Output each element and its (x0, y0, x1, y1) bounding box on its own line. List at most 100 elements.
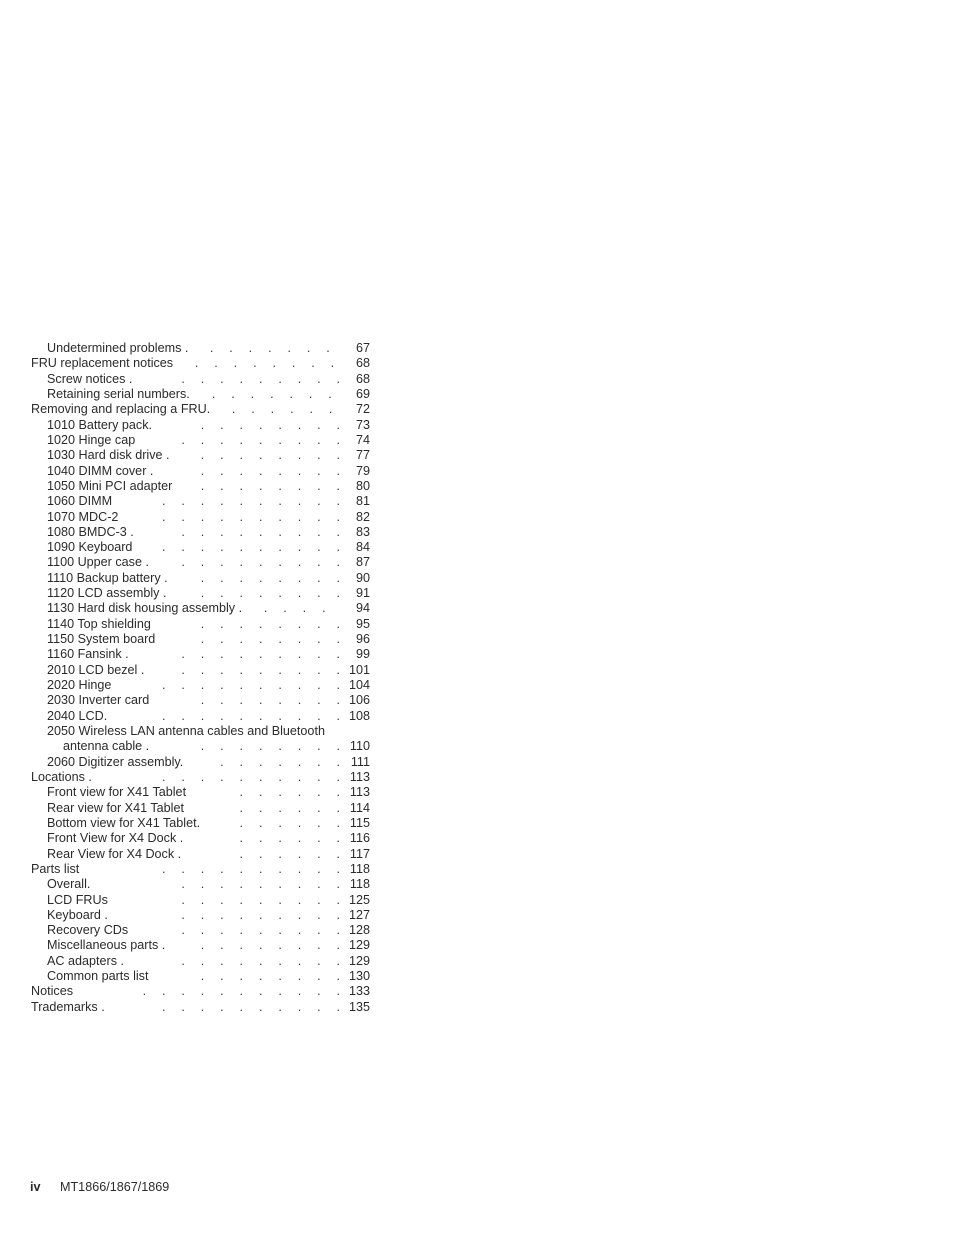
toc-entry[interactable]: Recovery CDs......... 128 (30, 923, 370, 938)
toc-page-number: 72 (355, 402, 370, 417)
toc-page-number: 116 (349, 831, 370, 846)
toc-entry[interactable]: 1100 Upper case .......... 87 (30, 555, 370, 570)
toc-dot-leader: ........ (200, 417, 340, 432)
toc-entry[interactable]: 1040 DIMM cover ......... 79 (30, 464, 370, 479)
toc-entry[interactable]: 2040 LCD........... 108 (30, 709, 370, 724)
toc-entry[interactable]: Notices........... 133 (30, 984, 370, 999)
toc-entry-title: AC adapters . (47, 953, 125, 968)
toc-entry[interactable]: Miscellaneous parts ......... 129 (30, 938, 370, 953)
toc-dot-leader: .......... (161, 999, 340, 1014)
toc-entry-title: 1130 Hard disk housing assembly . (47, 601, 243, 616)
toc-entry-title: 1090 Keyboard (47, 540, 133, 555)
toc-entry[interactable]: antenna cable ......... 110 (30, 739, 370, 754)
toc-entry-title: Notices (31, 984, 73, 999)
toc-entry[interactable]: 1090 Keyboard.......... 84 (30, 540, 370, 555)
toc-page-number: 118 (349, 877, 370, 892)
toc-page-number: 84 (355, 540, 370, 555)
toc-dot-leader: ......... (181, 432, 340, 447)
toc-entry[interactable]: 2020 Hinge.......... 104 (30, 678, 370, 693)
toc-entry[interactable]: 1120 LCD assembly ......... 91 (30, 586, 370, 601)
toc-page-number: 113 (349, 769, 370, 784)
toc-entry-title: 2010 LCD bezel . (47, 662, 145, 677)
toc-page-number: 110 (349, 739, 370, 754)
toc-entry-title: Trademarks . (31, 999, 105, 1014)
toc-entry[interactable]: 2060 Digitizer assembly........ 111 (30, 755, 370, 770)
toc-entry[interactable]: 1080 BMDC-3 .......... 83 (30, 525, 370, 540)
toc-page-number: 67 (355, 341, 370, 355)
toc-page-number: 118 (349, 861, 370, 876)
toc-entry[interactable]: Overall.......... 118 (30, 877, 370, 892)
toc-dot-leader: ....... (231, 402, 333, 417)
toc-dot-leader: ......... (181, 371, 340, 386)
toc-entry[interactable]: 1050 Mini PCI adapter........ 80 (30, 479, 370, 494)
toc-page-number: 77 (355, 448, 370, 463)
toc-entry[interactable]: AC adapters .......... 129 (30, 954, 370, 969)
toc-entry[interactable]: 1110 Backup battery ......... 90 (30, 571, 370, 586)
toc-entry-title: 1120 LCD assembly . (47, 586, 167, 601)
toc-page-number: 69 (355, 386, 370, 401)
toc-page-number: 111 (350, 754, 370, 769)
toc-entry[interactable]: Screw notices .......... 68 (30, 372, 370, 387)
toc-page-number: 108 (348, 708, 370, 723)
toc-entry-title: 1050 Mini PCI adapter (47, 478, 173, 493)
toc-entry[interactable]: Rear View for X4 Dock ....... 117 (30, 847, 370, 862)
toc-entry[interactable]: Keyboard .......... 127 (30, 908, 370, 923)
toc-dot-leader: ...... (239, 846, 340, 861)
toc-entry[interactable]: 2050 Wireless LAN antenna cables and Blu… (30, 724, 370, 739)
toc-page-number: 130 (348, 969, 370, 984)
toc-entry-title: 1010 Battery pack. (47, 417, 153, 432)
toc-entry-title: Front View for X4 Dock . (47, 831, 184, 846)
toc-page-number: 129 (348, 953, 370, 968)
toc-entry[interactable]: Front view for X41 Tablet...... 113 (30, 785, 370, 800)
toc-page-number: 127 (348, 907, 370, 922)
toc-page-number: 81 (355, 494, 370, 509)
toc-entry[interactable]: 1160 Fansink .......... 99 (30, 647, 370, 662)
toc-dot-leader: ........ (200, 739, 340, 754)
toc-entry[interactable]: Rear view for X41 Tablet...... 114 (30, 801, 370, 816)
toc-entry-title: Locations . (31, 769, 92, 784)
toc-entry[interactable]: Removing and replacing a FRU........ 72 (30, 402, 370, 417)
toc-entry[interactable]: Common parts list........ 130 (30, 969, 370, 984)
toc-page-number: 95 (355, 616, 370, 631)
toc-entry[interactable]: 1130 Hard disk housing assembly ...... 94 (30, 601, 370, 616)
toc-page-number: 104 (348, 678, 370, 693)
toc-entry[interactable]: LCD FRUs......... 125 (30, 893, 370, 908)
toc-entry[interactable]: Undetermined problems .......... 67 (30, 341, 370, 356)
toc-entry[interactable]: Trademarks ........... 135 (30, 1000, 370, 1015)
toc-entry[interactable]: Locations ........... 113 (30, 770, 370, 785)
toc-entry[interactable]: 1030 Hard disk drive ......... 77 (30, 448, 370, 463)
toc-entry[interactable]: 1150 System board........ 96 (30, 632, 370, 647)
toc-entry-title: Keyboard . (47, 907, 108, 922)
toc-entry-title: 1140 Top shielding (47, 616, 151, 631)
toc-dot-leader: ........ (200, 448, 340, 463)
toc-entry[interactable]: 1020 Hinge cap......... 74 (30, 433, 370, 448)
toc-entry[interactable]: Front View for X4 Dock ....... 116 (30, 831, 370, 846)
toc-dot-leader: ........ (200, 616, 340, 631)
toc-dot-leader: ...... (239, 815, 340, 830)
toc-entry[interactable]: 1060 DIMM.......... 81 (30, 494, 370, 509)
toc-page-number: 68 (355, 356, 370, 371)
toc-dot-leader: ........ (200, 463, 340, 478)
toc-entry-title: 1070 MDC-2 (47, 509, 119, 524)
toc-entry[interactable]: 1070 MDC-2.......... 82 (30, 510, 370, 525)
toc-entry-title: 2060 Digitizer assembly. (47, 754, 184, 769)
toc-page-number: 96 (355, 632, 370, 647)
toc-dot-leader: ......... (181, 555, 340, 570)
toc-entry[interactable]: Retaining serial numbers......... 69 (30, 387, 370, 402)
toc-entry[interactable]: 1010 Battery pack......... 73 (30, 418, 370, 433)
toc-page-number: 115 (349, 815, 370, 830)
toc-entry[interactable]: 2030 Inverter card........ 106 (30, 693, 370, 708)
toc-entry[interactable]: Bottom view for X41 Tablet....... 115 (30, 816, 370, 831)
toc-entry[interactable]: FRU replacement notices......... 68 (30, 356, 370, 371)
toc-dot-leader: ..... (263, 601, 326, 616)
toc-entry[interactable]: 1140 Top shielding........ 95 (30, 617, 370, 632)
toc-entry[interactable]: 2010 LCD bezel .......... 101 (30, 663, 370, 678)
toc-page-number: 87 (355, 555, 370, 570)
toc-entry[interactable]: Parts list.......... 118 (30, 862, 370, 877)
toc-dot-leader: .......... (161, 708, 340, 723)
toc-dot-leader: ...... (239, 800, 340, 815)
toc-dot-leader: ........ (200, 586, 340, 601)
toc-page-number: 135 (348, 999, 370, 1014)
toc-entry-title: 2020 Hinge (47, 678, 112, 693)
toc-dot-leader: .......... (161, 494, 340, 509)
